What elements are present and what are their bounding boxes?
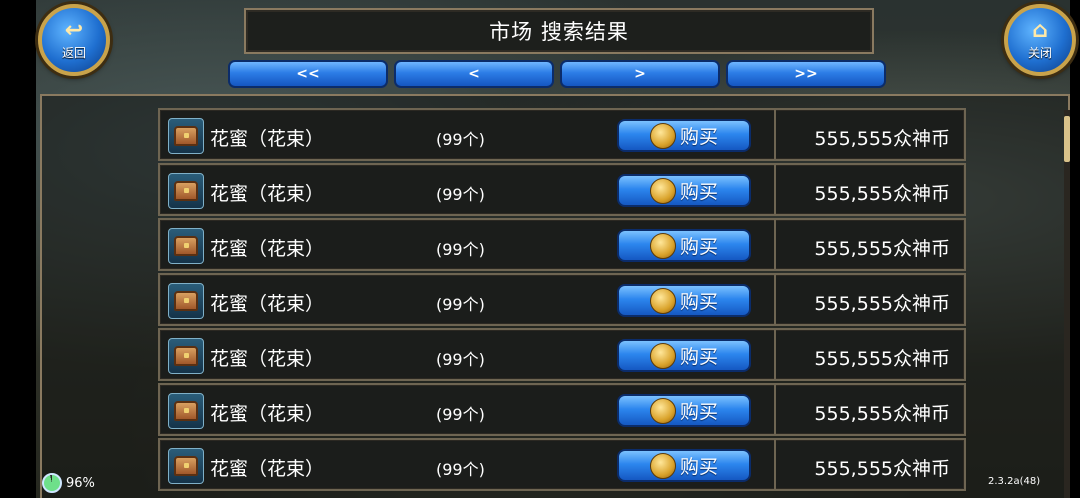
- home-icon: ⌂: [1032, 17, 1048, 43]
- version-label: 2.3.2a(48): [988, 476, 1041, 487]
- scrollbar[interactable]: [1064, 110, 1070, 498]
- back-arrow-icon: ↩: [64, 17, 84, 43]
- item-name: 花蜜（花束）: [210, 238, 325, 260]
- item-quantity: (99个): [436, 240, 485, 259]
- left-black-bar: [0, 0, 36, 498]
- cell-divider: [774, 275, 776, 324]
- pagination: << < > >>: [228, 60, 886, 88]
- item-price: 555,555众神币: [814, 128, 950, 150]
- buy-button[interactable]: 购买: [617, 394, 751, 427]
- battery-icon: [42, 473, 62, 493]
- item-quantity: (99个): [436, 185, 485, 204]
- list-item: 花蜜（花束） (99个) 购买 555,555众神币: [158, 383, 966, 436]
- buy-button[interactable]: 购买: [617, 174, 751, 207]
- item-quantity: (99个): [436, 405, 485, 424]
- item-name: 花蜜（花束）: [210, 293, 325, 315]
- title-panel: 市场 搜索结果: [244, 8, 874, 54]
- list-item: 花蜜（花束） (99个) 购买 555,555众神币: [158, 328, 966, 381]
- buy-label: 购买: [679, 456, 718, 478]
- item-name: 花蜜（花束）: [210, 403, 325, 425]
- item-price: 555,555众神币: [814, 348, 950, 370]
- treasure-chest-icon[interactable]: [168, 118, 204, 154]
- cell-divider: [774, 440, 776, 489]
- first-page-button[interactable]: <<: [228, 60, 388, 88]
- buy-label: 购买: [679, 346, 718, 368]
- coin-icon: [649, 232, 676, 259]
- treasure-chest-icon[interactable]: [168, 228, 204, 264]
- item-price: 555,555众神币: [814, 183, 950, 205]
- item-quantity: (99个): [436, 350, 485, 369]
- coin-icon: [649, 452, 676, 479]
- cell-divider: [774, 110, 776, 159]
- item-name: 花蜜（花束）: [210, 128, 325, 150]
- item-quantity: (99个): [436, 295, 485, 314]
- list-item: 花蜜（花束） (99个) 购买 555,555众神币: [158, 273, 966, 326]
- battery-indicator: 96%: [42, 473, 95, 493]
- buy-label: 购买: [679, 291, 718, 313]
- buy-button[interactable]: 购买: [617, 339, 751, 372]
- list-item: 花蜜（花束） (99个) 购买 555,555众神币: [158, 438, 966, 491]
- next-page-button[interactable]: >: [560, 60, 720, 88]
- list-item: 花蜜（花束） (99个) 购买 555,555众神币: [158, 218, 966, 271]
- buy-label: 购买: [679, 181, 718, 203]
- list-item: 花蜜（花束） (99个) 购买 555,555众神币: [158, 163, 966, 216]
- coin-icon: [649, 122, 676, 149]
- close-button[interactable]: ⌂ 关闭: [1004, 4, 1076, 76]
- item-price: 555,555众神币: [814, 458, 950, 480]
- results-list: 花蜜（花束） (99个) 购买 555,555众神币 花蜜（花束） (99个) …: [158, 108, 966, 493]
- item-quantity: (99个): [436, 130, 485, 149]
- buy-button[interactable]: 购买: [617, 449, 751, 482]
- close-label: 关闭: [1027, 45, 1052, 60]
- item-quantity: (99个): [436, 460, 485, 479]
- item-name: 花蜜（花束）: [210, 458, 325, 480]
- coin-icon: [649, 342, 676, 369]
- back-label: 返回: [61, 45, 86, 60]
- last-page-button[interactable]: >>: [726, 60, 886, 88]
- item-name: 花蜜（花束）: [210, 183, 325, 205]
- item-price: 555,555众神币: [814, 403, 950, 425]
- coin-icon: [649, 397, 676, 424]
- coin-icon: [649, 177, 676, 204]
- cell-divider: [774, 165, 776, 214]
- cell-divider: [774, 385, 776, 434]
- item-price: 555,555众神币: [814, 238, 950, 260]
- prev-page-button[interactable]: <: [394, 60, 554, 88]
- list-item: 花蜜（花束） (99个) 购买 555,555众神币: [158, 108, 966, 161]
- buy-label: 购买: [679, 236, 718, 258]
- right-black-bar: [1070, 0, 1080, 498]
- back-button[interactable]: ↩ 返回: [38, 4, 110, 76]
- page-title: 市场 搜索结果: [489, 20, 629, 44]
- treasure-chest-icon[interactable]: [168, 338, 204, 374]
- buy-label: 购买: [679, 401, 718, 423]
- buy-label: 购买: [679, 126, 718, 148]
- treasure-chest-icon[interactable]: [168, 448, 204, 484]
- buy-button[interactable]: 购买: [617, 119, 751, 152]
- cell-divider: [774, 330, 776, 379]
- item-price: 555,555众神币: [814, 293, 950, 315]
- coin-icon: [649, 287, 676, 314]
- treasure-chest-icon[interactable]: [168, 393, 204, 429]
- buy-button[interactable]: 购买: [617, 284, 751, 317]
- treasure-chest-icon[interactable]: [168, 283, 204, 319]
- cell-divider: [774, 220, 776, 269]
- treasure-chest-icon[interactable]: [168, 173, 204, 209]
- buy-button[interactable]: 购买: [617, 229, 751, 262]
- item-name: 花蜜（花束）: [210, 348, 325, 370]
- battery-percent: 96%: [66, 475, 95, 491]
- scroll-thumb[interactable]: [1064, 116, 1070, 162]
